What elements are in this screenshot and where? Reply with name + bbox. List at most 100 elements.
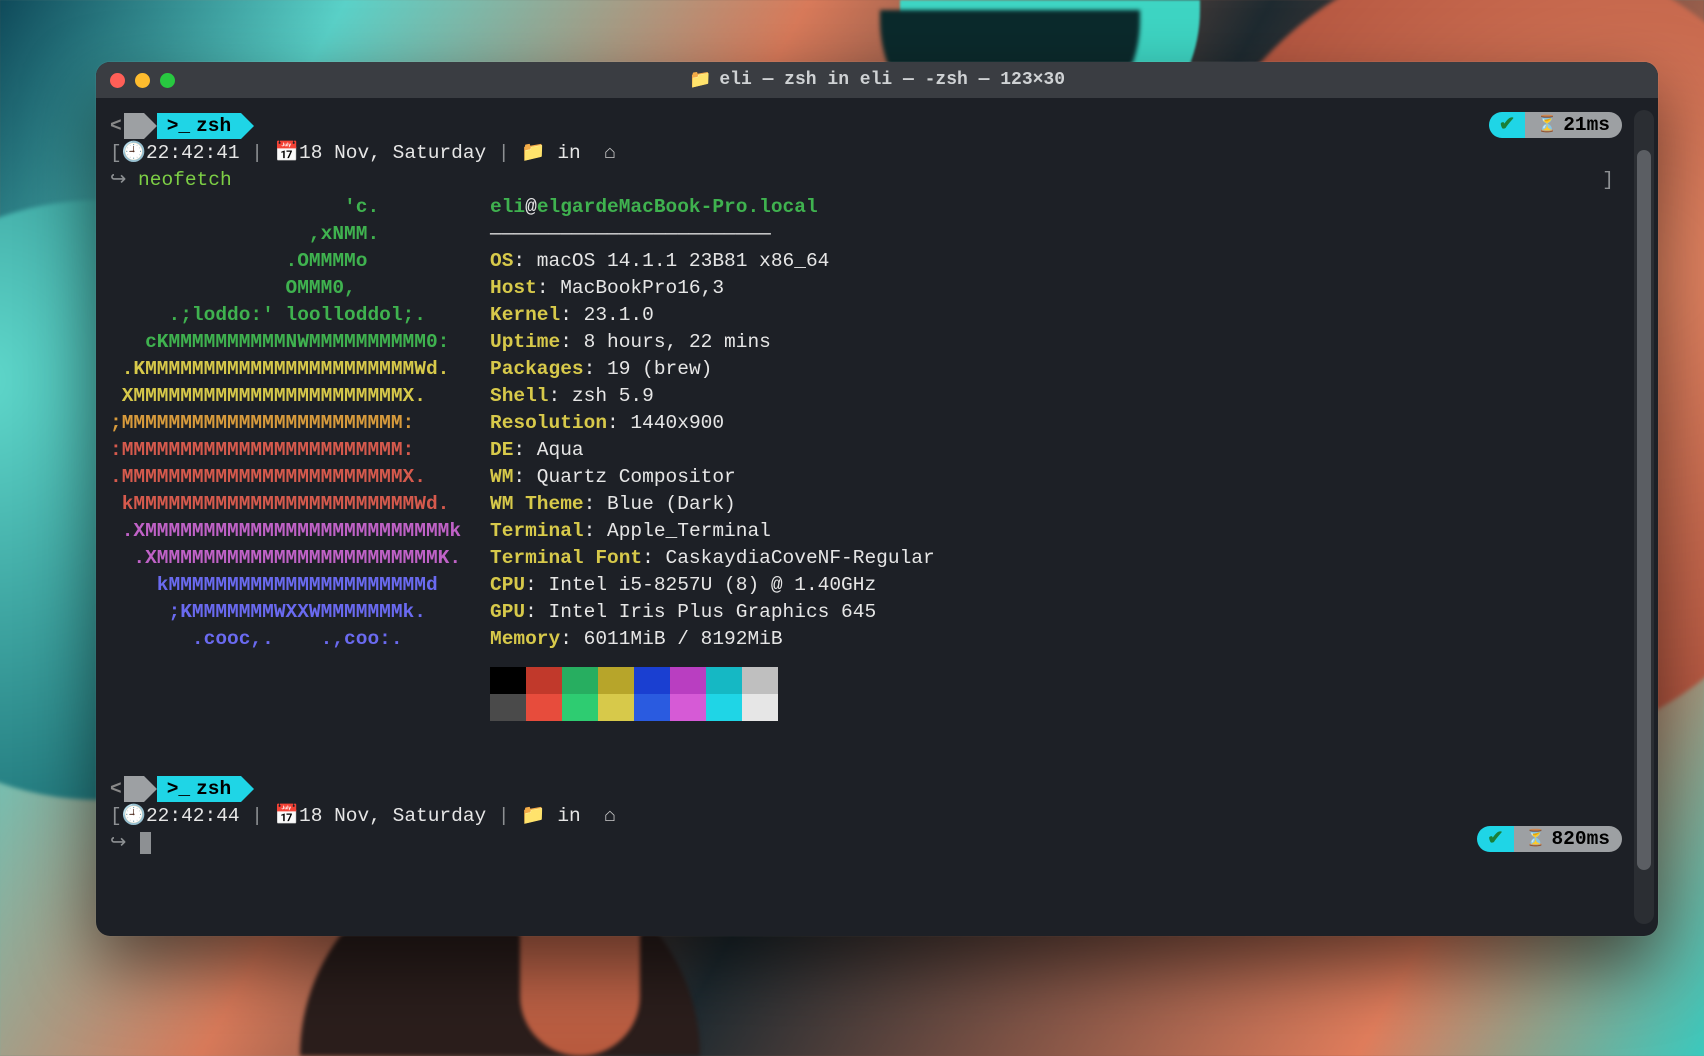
command-line[interactable]: ↪: [110, 830, 1644, 857]
check-icon: ✔: [1499, 112, 1515, 138]
ascii-logo-line: ;KMMMMMMMWXXWMMMMMMMk.: [110, 599, 490, 626]
swatch: [526, 667, 562, 694]
bracket-open: [: [110, 142, 122, 164]
ascii-logo-line: .XMMMMMMMMMMMMMMMMMMMMMMMMK.: [110, 545, 490, 572]
color-palette-row1: [490, 667, 1644, 694]
ascii-logo-line: .cooc,. .,coo:.: [110, 626, 490, 653]
ascii-logo-line: cKMMMMMMMMMMNWMMMMMMMMMM0:: [110, 329, 490, 356]
prompt-date: 18 Nov, Saturday: [299, 805, 486, 827]
sysinfo-line: Uptime: 8 hours, 22 mins: [490, 329, 1644, 356]
os-segment: [124, 113, 144, 139]
prompt-context: [🕘22:42:41 | 📅18 Nov, Saturday | 📁 in ⌂: [110, 140, 1644, 167]
scrollbar-thumb[interactable]: [1637, 150, 1651, 870]
ascii-logo-line: kMMMMMMMMMMMMMMMMMMMMMMd: [110, 572, 490, 599]
ascii-logo-line: OMMM0,: [110, 275, 490, 302]
titlebar[interactable]: 📁 eli — zsh in eli — -zsh — 123×30: [96, 62, 1658, 98]
calendar-icon: 📅: [275, 142, 299, 164]
sysinfo-line: OS: macOS 14.1.1 23B81 x86_64: [490, 248, 1644, 275]
swatch: [634, 667, 670, 694]
folder-icon: 📁: [521, 142, 545, 164]
exec-time: 21ms: [1563, 112, 1610, 138]
ascii-logo-line: .OMMMMo: [110, 248, 490, 275]
ascii-logo-line: ;MMMMMMMMMMMMMMMMMMMMMMMM:: [110, 410, 490, 437]
sysinfo-line: Resolution: 1440x900: [490, 410, 1644, 437]
sysinfo-line: Terminal: Apple_Terminal: [490, 518, 1644, 545]
swatch: [634, 694, 670, 721]
sysinfo-line: eli@elgardeMacBook-Pro.local: [490, 194, 1644, 221]
check-icon: ✔: [1487, 826, 1503, 852]
neofetch-output: 'c. eli@elgardeMacBook-Pro.local ,xNMM. …: [110, 194, 1644, 653]
swatch: [562, 694, 598, 721]
sysinfo-line: Memory: 6011MiB / 8192MiB: [490, 626, 1644, 653]
prompt-segments: < >_zsh: [110, 112, 1644, 140]
swatch: [490, 667, 526, 694]
sysinfo-line: GPU: Intel Iris Plus Graphics 645: [490, 599, 1644, 626]
bracket-close: ]: [1602, 167, 1614, 194]
swatch: [706, 694, 742, 721]
sysinfo-line: WM Theme: Blue (Dark): [490, 491, 1644, 518]
calendar-icon: 📅: [275, 805, 299, 827]
swatch: [598, 667, 634, 694]
sysinfo-line: Kernel: 23.1.0: [490, 302, 1644, 329]
swatch: [670, 667, 706, 694]
swatch: [670, 694, 706, 721]
prompt-arrow-icon: ↪: [110, 832, 126, 854]
ascii-logo-line: kMMMMMMMMMMMMMMMMMMMMMMMMWd.: [110, 491, 490, 518]
exec-time: 820ms: [1551, 826, 1610, 852]
terminal-body[interactable]: ✔ ⏳21ms < >_zsh [🕘22:42:41 | 📅18 Nov, Sa…: [96, 98, 1658, 936]
terminal-icon: >_: [167, 113, 190, 140]
swatch: [562, 667, 598, 694]
ascii-logo-line: :MMMMMMMMMMMMMMMMMMMMMMMM:: [110, 437, 490, 464]
folder-icon: 📁: [521, 805, 545, 827]
clock-icon: 🕘: [122, 805, 146, 827]
home-icon: ⌂: [604, 805, 616, 827]
shell-segment: >_zsh: [157, 113, 242, 139]
ascii-logo-line: .XMMMMMMMMMMMMMMMMMMMMMMMMMMk: [110, 518, 490, 545]
window-title-text: eli — zsh in eli — -zsh — 123×30: [719, 70, 1065, 90]
window-title: 📁 eli — zsh in eli — -zsh — 123×30: [96, 69, 1658, 91]
shell-label: zsh: [196, 113, 231, 140]
terminal-window: 📁 eli — zsh in eli — -zsh — 123×30 ✔ ⏳21…: [96, 62, 1658, 936]
ascii-logo-line: .;loddo:' loolloddol;.: [110, 302, 490, 329]
color-palette-row2: [490, 694, 1644, 721]
command-text: neofetch: [138, 169, 232, 191]
scrollbar[interactable]: [1634, 110, 1654, 924]
sysinfo-line: Terminal Font: CaskaydiaCoveNF-Regular: [490, 545, 1644, 572]
chevron-left-icon: <: [110, 113, 122, 140]
prompt-context: [🕘22:42:44 | 📅18 Nov, Saturday | 📁 in ⌂: [110, 803, 1644, 830]
in-label: in: [557, 142, 580, 164]
shell-label: zsh: [196, 776, 231, 803]
swatch: [490, 694, 526, 721]
ascii-logo-line: ,xNMM.: [110, 221, 490, 248]
clock-icon: 🕘: [122, 142, 146, 164]
sysinfo-line: CPU: Intel i5-8257U (8) @ 1.40GHz: [490, 572, 1644, 599]
ascii-logo-line: .KMMMMMMMMMMMMMMMMMMMMMMMWd.: [110, 356, 490, 383]
ascii-logo-line: XMMMMMMMMMMMMMMMMMMMMMMMX.: [110, 383, 490, 410]
cursor: [140, 832, 151, 854]
status-badge: ✔ ⏳820ms: [1477, 826, 1622, 852]
status-badge: ✔ ⏳21ms: [1489, 112, 1622, 138]
home-icon: ⌂: [604, 142, 616, 164]
bracket-open: [: [110, 805, 122, 827]
chevron-left-icon: <: [110, 776, 122, 803]
terminal-icon: >_: [167, 776, 190, 803]
swatch: [526, 694, 562, 721]
sysinfo-line: WM: Quartz Compositor: [490, 464, 1644, 491]
sysinfo-line: DE: Aqua: [490, 437, 1644, 464]
prompt-arrow-icon: ↪: [110, 169, 126, 191]
command-line: ↪ neofetch]: [110, 167, 1644, 194]
sysinfo-line: ————————————————————————: [490, 221, 1644, 248]
shell-segment: >_zsh: [157, 776, 242, 802]
sysinfo-line: Shell: zsh 5.9: [490, 383, 1644, 410]
os-segment: [124, 776, 144, 802]
ascii-logo-line: .MMMMMMMMMMMMMMMMMMMMMMMMX.: [110, 464, 490, 491]
prompt-time: 22:42:44: [146, 805, 240, 827]
hourglass-icon: ⏳: [1526, 826, 1546, 852]
swatch: [742, 667, 778, 694]
swatch: [598, 694, 634, 721]
sysinfo-line: Host: MacBookPro16,3: [490, 275, 1644, 302]
prompt-date: 18 Nov, Saturday: [299, 142, 486, 164]
prompt-segments: < >_zsh: [110, 775, 1644, 803]
ascii-logo-line: 'c.: [110, 194, 490, 221]
swatch: [742, 694, 778, 721]
